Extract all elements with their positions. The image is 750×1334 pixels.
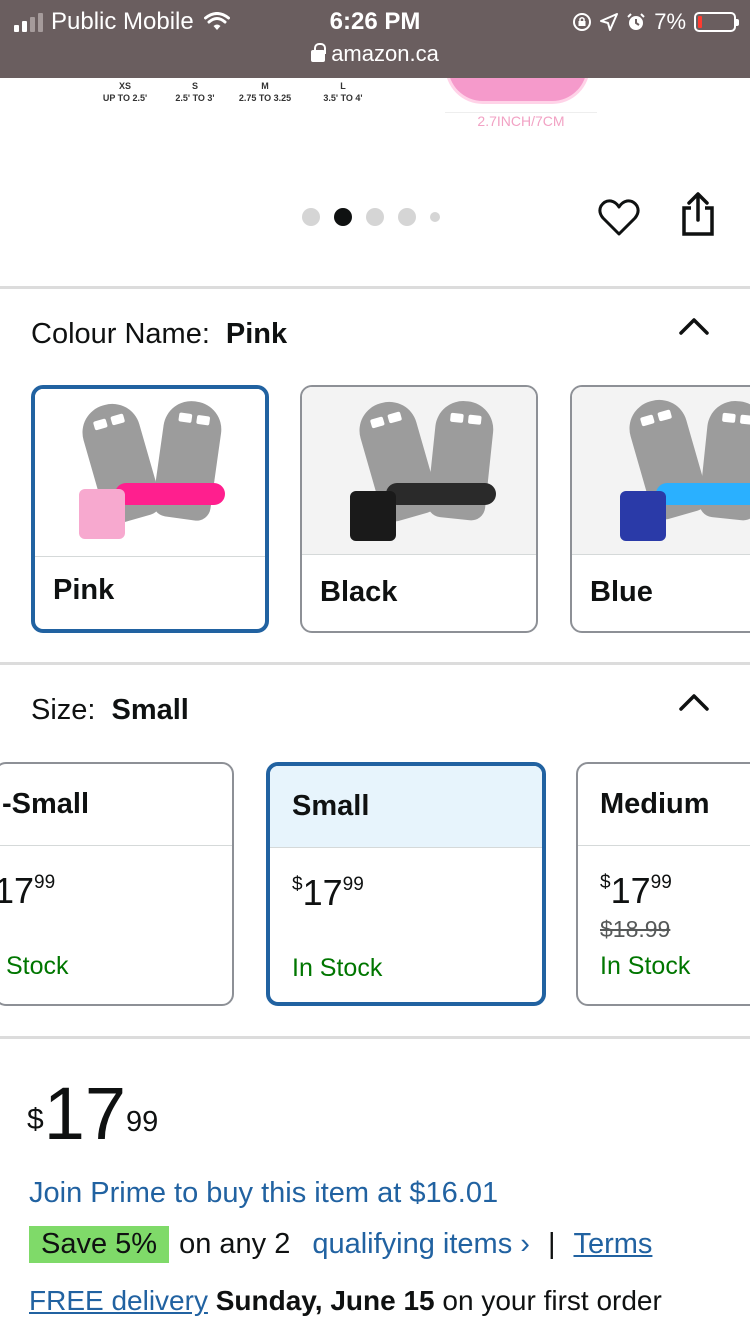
alarm-icon xyxy=(627,13,645,30)
wrist-color xyxy=(350,491,396,541)
product-thumbnail xyxy=(35,389,265,557)
size-option-small[interactable]: Small $1799 In Stock xyxy=(266,762,546,1006)
size-chart-image: XS UP TO 2.5' S 2.5' TO 3' M 2.75 TO 3.25 L… xyxy=(90,80,390,120)
delivery-suffix: on your first order xyxy=(442,1285,662,1316)
size-price: $1799 xyxy=(292,872,364,913)
carousel-dots[interactable] xyxy=(302,208,440,226)
colour-label: Blue xyxy=(590,576,653,608)
colour-option-blue[interactable]: Blue xyxy=(570,385,750,633)
stock-status: Stock xyxy=(6,952,69,980)
colour-label: Pink xyxy=(53,574,115,606)
colour-option-pink[interactable]: Pink xyxy=(31,385,269,633)
size-chart-col-l: L 3.5' TO 4' xyxy=(323,81,363,103)
divider xyxy=(0,1036,750,1039)
rotation-lock-icon xyxy=(573,13,592,31)
carousel-dot[interactable] xyxy=(366,208,384,226)
size-price: 1799 xyxy=(0,870,56,911)
dimension-label: 2.7INCH/7CM xyxy=(477,113,565,129)
price-whole: 17 xyxy=(43,1072,126,1155)
size-name: Medium xyxy=(600,788,710,820)
delivery-date: Sunday, June 15 xyxy=(215,1285,435,1316)
main-price: $1799 xyxy=(27,1074,158,1154)
carousel-dot[interactable] xyxy=(302,208,320,226)
divider xyxy=(0,662,750,665)
url-text: amazon.ca xyxy=(331,41,439,66)
delivery-info: FREE delivery Sunday, June 15 on your fi… xyxy=(29,1285,662,1317)
free-delivery-link[interactable]: FREE delivery xyxy=(29,1285,208,1316)
product-thumbnail xyxy=(302,387,536,555)
colour-title: Colour Name: Pink xyxy=(31,318,288,350)
size-chart-col-xs: XS UP TO 2.5' xyxy=(102,81,148,103)
carousel-dot[interactable] xyxy=(398,208,416,226)
share-icon[interactable] xyxy=(676,192,720,238)
old-price: $18.99 xyxy=(600,916,671,942)
prime-offer-link[interactable]: Join Prime to buy this item at $16.01 xyxy=(29,1177,498,1210)
stock-status: In Stock xyxy=(600,952,691,980)
lock-icon xyxy=(311,43,327,62)
carousel-dot[interactable] xyxy=(430,212,440,222)
strap-color xyxy=(386,483,496,505)
separator: | xyxy=(547,1228,556,1260)
promo-row: Save 5% on any 2 qualifying items › | Te… xyxy=(29,1226,652,1263)
wrist-color xyxy=(620,491,666,541)
colour-option-black[interactable]: Black xyxy=(300,385,538,633)
carousel-dot-active[interactable] xyxy=(334,208,352,226)
chevron-up-icon[interactable] xyxy=(678,314,710,336)
size-option-medium[interactable]: Medium $1799 $18.99 In Stock xyxy=(576,762,750,1006)
size-chart-col-m: M 2.75 TO 3.25 xyxy=(238,81,292,103)
size-selected: Small xyxy=(111,694,189,726)
colour-selected: Pink xyxy=(225,318,288,350)
price-cents: 99 xyxy=(126,1106,159,1138)
status-icons: 7% xyxy=(572,9,739,35)
url-bar[interactable]: amazon.ca xyxy=(0,41,750,67)
promo-text: on any 2 xyxy=(179,1228,291,1260)
strap-color xyxy=(115,483,225,505)
qualifying-items-link[interactable]: qualifying items › xyxy=(312,1228,530,1261)
size-name: -Small xyxy=(2,788,90,820)
location-icon xyxy=(600,13,619,31)
wrist-color xyxy=(79,489,125,539)
heart-icon[interactable] xyxy=(597,196,641,240)
status-bar: Public Mobile 6:26 PM amazon.ca 7% xyxy=(0,0,750,78)
size-option-extra-small[interactable]: -Small 1799 Stock xyxy=(0,762,234,1006)
size-title: Size: Small xyxy=(31,694,189,726)
battery-icon xyxy=(694,12,739,32)
size-chart-col-s: S 2.5' TO 3' xyxy=(175,81,215,103)
colour-label: Black xyxy=(320,576,398,608)
price-symbol: $ xyxy=(27,1103,44,1136)
product-thumbnail xyxy=(572,387,750,555)
save-badge: Save 5% xyxy=(29,1226,170,1263)
stock-status: In Stock xyxy=(292,954,383,982)
divider xyxy=(0,286,750,289)
terms-link[interactable]: Terms xyxy=(573,1228,652,1261)
size-name: Small xyxy=(292,790,370,822)
chevron-up-icon[interactable] xyxy=(678,690,710,712)
battery-percent: 7% xyxy=(654,9,686,34)
strap-color xyxy=(656,483,750,505)
size-price: $1799 xyxy=(600,870,672,911)
